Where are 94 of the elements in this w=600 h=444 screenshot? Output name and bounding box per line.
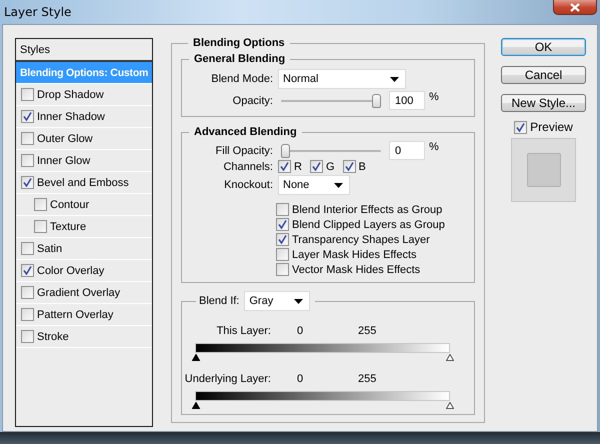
checkbox[interactable]	[34, 220, 47, 233]
checkbox-label[interactable]: Blend Clipped Layers as Group	[292, 218, 445, 230]
checkbox[interactable]	[276, 263, 289, 276]
value-field[interactable]: 100	[389, 91, 425, 110]
slider-handle[interactable]	[192, 354, 200, 361]
style-item[interactable]: Inner Shadow	[16, 106, 152, 128]
unit-label: %	[429, 141, 439, 153]
style-label[interactable]: Inner Glow	[37, 154, 90, 166]
checkbox[interactable]	[21, 286, 34, 299]
range-value: 255	[358, 373, 376, 385]
range-value: 0	[297, 325, 304, 337]
checkbox[interactable]	[21, 110, 34, 123]
field-label: Blend If:	[199, 295, 240, 307]
field-label: Fill Opacity:	[214, 144, 273, 156]
range-value: 255	[358, 325, 376, 337]
dropdown-arrow-icon	[294, 298, 304, 304]
unit-label: %	[429, 91, 439, 103]
checkbox[interactable]	[21, 308, 34, 321]
checkbox-label[interactable]: Layer Mask Hides Effects	[292, 248, 417, 260]
field-label: Channels:	[222, 160, 273, 172]
style-item[interactable]: Inner Glow	[16, 150, 152, 172]
checkbox[interactable]	[34, 198, 47, 211]
field-label: Opacity:	[232, 94, 273, 106]
range-value: 0	[297, 373, 304, 385]
checkbox[interactable]	[276, 203, 289, 216]
style-item[interactable]: Pattern Overlay	[16, 304, 152, 326]
blend-if-dropdown[interactable]: Gray	[244, 291, 310, 311]
checkbox[interactable]	[21, 176, 34, 189]
checkbox[interactable]	[21, 132, 34, 145]
opacity-slider[interactable]	[281, 144, 381, 158]
dialog-button[interactable]: Cancel	[501, 66, 586, 84]
style-label[interactable]: Gradient Overlay	[37, 286, 120, 298]
checkbox[interactable]	[21, 264, 34, 277]
checkbox[interactable]	[21, 88, 34, 101]
dropdown-arrow-icon	[334, 182, 343, 188]
style-item[interactable]: Satin	[16, 238, 152, 260]
style-item[interactable]: Bevel and Emboss	[16, 172, 152, 194]
style-label[interactable]: Pattern Overlay	[37, 308, 114, 320]
field-label: Underlying Layer:	[184, 373, 271, 385]
style-label[interactable]: Color Overlay	[37, 264, 104, 276]
value-field[interactable]: 0	[389, 141, 425, 160]
style-item[interactable]: Stroke	[16, 326, 152, 348]
style-item[interactable]: Texture	[16, 216, 152, 238]
checkbox[interactable]	[21, 154, 34, 167]
section-title: Advanced Blending	[193, 126, 298, 138]
opacity-slider[interactable]	[281, 94, 381, 108]
checkbox-label[interactable]: R	[294, 160, 302, 172]
section-title: Blending Options	[192, 37, 286, 49]
style-label[interactable]: Contour	[50, 198, 90, 210]
preview-swatch	[511, 138, 576, 202]
slider-thumb[interactable]	[281, 144, 290, 158]
dialog-button[interactable]: New Style...	[501, 94, 586, 112]
close-button[interactable]	[553, 0, 597, 15]
close-icon	[570, 2, 580, 12]
checkbox[interactable]	[310, 160, 323, 173]
knockout-dropdown[interactable]: None	[278, 175, 350, 195]
dialog-button[interactable]: OK	[501, 38, 586, 56]
checkbox-label[interactable]: Transparency Shapes Layer	[292, 234, 430, 246]
checkbox[interactable]	[276, 233, 289, 246]
checkbox[interactable]	[276, 248, 289, 261]
style-label[interactable]: Inner Shadow	[37, 110, 105, 122]
blend-mode-dropdown[interactable]: Normal	[278, 69, 406, 89]
field-label: This Layer:	[216, 325, 271, 337]
field-label: Knockout:	[223, 179, 273, 191]
section-title: General Blending	[193, 53, 286, 65]
style-label[interactable]: Satin	[37, 242, 62, 254]
style-item[interactable]: Drop Shadow	[16, 84, 152, 106]
checkbox-label[interactable]: Preview	[530, 120, 573, 134]
checkbox-label[interactable]: Vector Mask Hides Effects	[292, 264, 420, 276]
checkbox[interactable]	[342, 160, 356, 173]
checkbox[interactable]	[276, 218, 289, 231]
checkbox[interactable]	[21, 330, 34, 343]
style-item[interactable]: Contour	[16, 194, 152, 216]
checkbox[interactable]	[278, 160, 291, 173]
style-item[interactable]: Gradient Overlay	[16, 282, 152, 304]
slider-thumb[interactable]	[372, 94, 381, 108]
style-label[interactable]: Drop Shadow	[37, 88, 104, 100]
style-item[interactable]: Color Overlay	[16, 260, 152, 282]
slider-handle[interactable]	[446, 402, 454, 409]
checkbox-label[interactable]: B	[358, 160, 366, 172]
field-label: Blend Mode:	[210, 73, 273, 85]
slider-handle[interactable]	[192, 402, 200, 409]
style-label[interactable]: Texture	[50, 220, 86, 232]
style-label[interactable]: Outer Glow	[37, 132, 93, 144]
window-title: Layer Style	[4, 5, 72, 19]
style-label[interactable]: Bevel and Emboss	[37, 176, 129, 188]
checkbox[interactable]	[21, 242, 34, 255]
style-item[interactable]: Outer Glow	[16, 128, 152, 150]
slider-handle[interactable]	[446, 354, 454, 361]
checkbox-label[interactable]: G	[326, 160, 335, 172]
style-label[interactable]: Stroke	[37, 330, 69, 342]
checkbox-label[interactable]: Blend Interior Effects as Group	[292, 204, 442, 216]
checkbox[interactable]	[514, 120, 528, 134]
dropdown-arrow-icon	[390, 76, 399, 82]
